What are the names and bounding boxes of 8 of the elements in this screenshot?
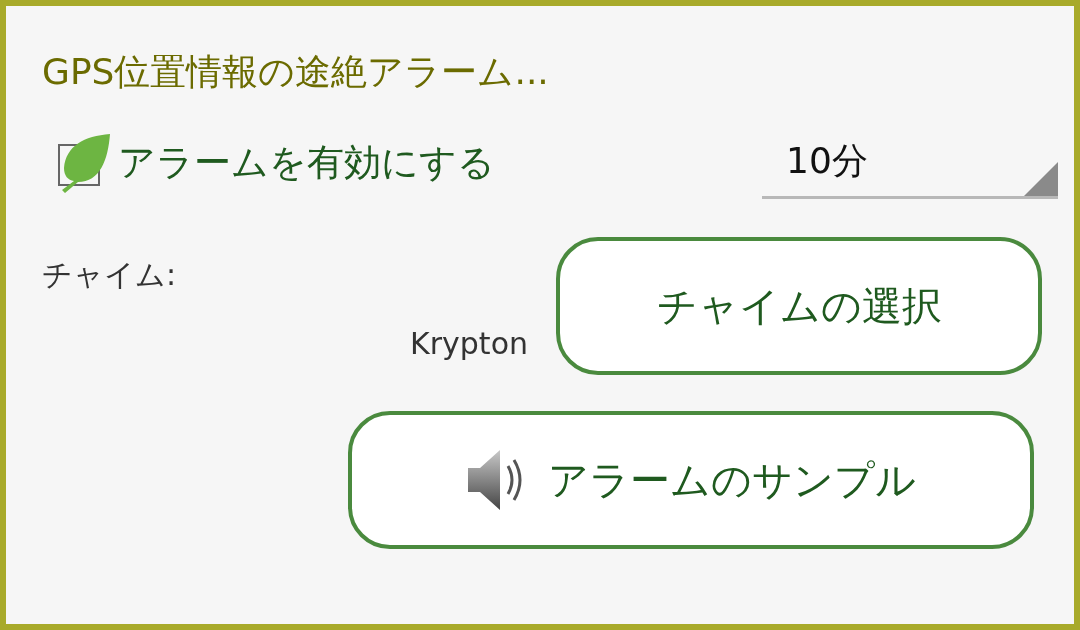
enable-alarm-checkbox[interactable]: アラームを有効にする [54,132,495,195]
chime-name: Krypton [410,326,528,362]
dialog-title: GPS位置情報の途絶アラーム... [42,50,549,94]
alarm-sample-button[interactable]: アラームのサンプル [348,411,1034,550]
chime-label: チャイム: [42,256,177,295]
select-chime-button[interactable]: チャイムの選択 [556,237,1042,376]
interval-dropdown[interactable]: 10分 [762,127,1058,200]
dropdown-arrow-icon [1024,162,1058,197]
